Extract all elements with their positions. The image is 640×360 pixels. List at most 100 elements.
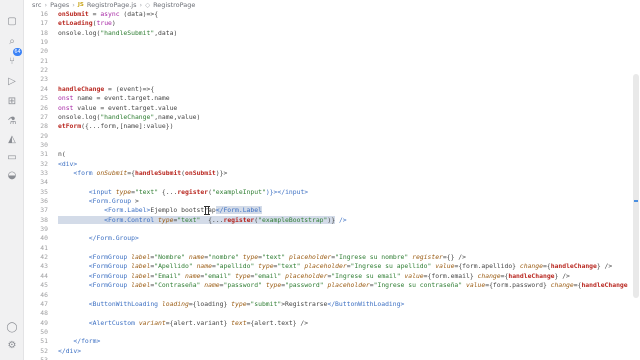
breadcrumb-item[interactable]: src bbox=[32, 1, 42, 9]
code-line[interactable]: 34 bbox=[24, 178, 630, 187]
code-token: placeholder bbox=[288, 253, 332, 262]
code-line[interactable]: 20 bbox=[24, 47, 630, 56]
code-token: = bbox=[88, 10, 101, 18]
code-line[interactable]: 42 <FormGroup label="Nombre" name="nombr… bbox=[24, 253, 630, 262]
breadcrumb-item[interactable]: RegistroPage.js bbox=[87, 1, 137, 9]
scrollbar-thumb[interactable] bbox=[633, 74, 639, 298]
code-line[interactable]: 17 etLoading(true) bbox=[24, 19, 630, 28]
code-line[interactable]: 28 etForm({...form,[name]:value}) bbox=[24, 122, 630, 131]
code-token: value bbox=[435, 262, 455, 271]
code-token: change bbox=[519, 262, 543, 271]
code-text: onsole.log("handleSubmit",data) bbox=[58, 29, 177, 38]
line-number: 30 bbox=[40, 140, 48, 149]
code-line[interactable]: 40 </Form.Group> bbox=[24, 234, 630, 243]
code-line[interactable]: 32 <div> bbox=[24, 160, 630, 169]
code-line[interactable]: 43 <FormGroup label="Apellido" name="ape… bbox=[24, 262, 630, 271]
code-line[interactable]: 21 bbox=[24, 57, 630, 66]
source-control-icon[interactable]: ⑂ bbox=[5, 56, 19, 68]
code-token: </div> bbox=[58, 346, 82, 355]
code-token: value = event.target.value bbox=[73, 103, 178, 112]
code-line[interactable]: 36 <Form.Group > bbox=[24, 197, 630, 206]
line-number: 16 bbox=[40, 10, 48, 18]
settings-icon[interactable]: ⚙ bbox=[5, 340, 19, 352]
code-line[interactable]: 23 bbox=[24, 75, 630, 84]
code-text: <Form.Control type="text" {...register("… bbox=[58, 215, 347, 225]
run-debug-icon[interactable]: ▷ bbox=[5, 76, 19, 88]
code-line[interactable]: 35 <input type="text" {...register("exam… bbox=[24, 188, 630, 197]
search-icon[interactable]: ⌕ bbox=[5, 36, 19, 48]
breadcrumb-symbol[interactable]: RegistroPage bbox=[153, 1, 195, 9]
line-number: 47 bbox=[40, 299, 48, 308]
code-line[interactable]: 49 <AlertCustom variant={alert.variant} … bbox=[24, 319, 630, 328]
code-token: "apellido" bbox=[215, 262, 255, 271]
code-line[interactable]: 19 bbox=[24, 38, 630, 47]
code-token: ={form.email} bbox=[423, 271, 478, 280]
code-token: onsole.log( bbox=[58, 28, 101, 37]
code-line[interactable]: 30 bbox=[24, 141, 630, 150]
code-line[interactable]: 44 <FormGroup label="Email" name="email"… bbox=[24, 272, 630, 281]
code-line[interactable]: 52 </div> bbox=[24, 347, 630, 356]
code-token: variant bbox=[138, 318, 166, 327]
line-number: 26 bbox=[40, 103, 48, 112]
code-text: <Form.Label>Ejemplo bootstrap</Form.Labe… bbox=[58, 206, 262, 215]
code-line[interactable]: 45 <FormGroup label="Contraseña" name="p… bbox=[24, 281, 630, 290]
code-token: "handleChange" bbox=[100, 112, 155, 121]
code-token: "text" bbox=[277, 262, 301, 271]
code-token: = (event)=>{ bbox=[104, 84, 155, 93]
code-token: </Form.Label bbox=[215, 206, 262, 215]
line-number: 27 bbox=[40, 112, 48, 121]
code-text: <FormGroup label="Apellido" name="apelli… bbox=[58, 262, 612, 271]
line-number: 50 bbox=[40, 327, 48, 336]
line-number: 28 bbox=[40, 122, 48, 131]
code-line[interactable]: 29 bbox=[24, 132, 630, 141]
code-token: } /> bbox=[596, 262, 613, 271]
code-line[interactable]: 37 <Form.Label>Ejemplo bootstrap</Form.L… bbox=[24, 206, 630, 215]
code-text: <FormGroup label="Email" name="email" ty… bbox=[58, 272, 570, 281]
code-token: ={form.password} bbox=[485, 281, 551, 290]
code-token: )} bbox=[327, 215, 336, 224]
account-icon[interactable]: ◯ bbox=[5, 322, 19, 334]
code-token: ={} /> bbox=[442, 253, 466, 262]
code-line[interactable]: 22 bbox=[24, 66, 630, 75]
code-line[interactable]: 27 onsole.log("handleChange",name,value) bbox=[24, 113, 630, 122]
code-token: change bbox=[477, 271, 501, 280]
code-line[interactable]: 26 onst value = event.target.value bbox=[24, 104, 630, 113]
docker-icon[interactable]: ◒ bbox=[5, 170, 19, 182]
azure-icon[interactable]: ◭ bbox=[5, 134, 19, 146]
code-token: loading bbox=[161, 299, 189, 308]
code-token: type bbox=[158, 215, 174, 224]
code-line[interactable]: 31 n( bbox=[24, 150, 630, 159]
line-number: 48 bbox=[40, 309, 48, 318]
code-text: <ButtonWithLoading loading={loading} typ… bbox=[58, 299, 405, 309]
code-line[interactable]: 39 bbox=[24, 225, 630, 234]
code-editor[interactable]: 16 onSubmit = async (data)=>{17 etLoading(… bbox=[24, 10, 640, 360]
code-line[interactable]: 18 onsole.log("handleSubmit",data) bbox=[24, 29, 630, 38]
editor-scrollbar[interactable] bbox=[631, 10, 640, 360]
code-line[interactable]: 50 bbox=[24, 328, 630, 337]
code-line[interactable]: 41 bbox=[24, 244, 630, 253]
line-number: 49 bbox=[40, 318, 48, 327]
code-line[interactable]: 33 <form onSubmit={handleSubmit(onSubmit… bbox=[24, 169, 630, 178]
code-line[interactable]: 38 <Form.Control type="text" {...registe… bbox=[24, 215, 630, 225]
code-line[interactable]: 48 bbox=[24, 309, 630, 318]
code-line[interactable]: 24 handleChange = (event)=>{ bbox=[24, 85, 630, 94]
breadcrumb-item[interactable]: Pages bbox=[50, 1, 69, 9]
code-line[interactable]: 53 bbox=[24, 356, 630, 360]
testing-icon[interactable]: ⚗ bbox=[5, 116, 19, 128]
code-token: name bbox=[188, 253, 205, 262]
line-number: 33 bbox=[40, 168, 48, 177]
code-line[interactable]: 47 <ButtonWithLoading loading={loading} … bbox=[24, 300, 630, 309]
code-line[interactable]: 25 onst name = event.target.name bbox=[24, 94, 630, 103]
code-token: "Contraseña" bbox=[154, 281, 201, 290]
extensions-icon[interactable]: ⊞ bbox=[5, 96, 19, 108]
code-line[interactable]: 16 onSubmit = async (data)=>{ bbox=[24, 10, 630, 19]
code-line[interactable]: 46 bbox=[24, 291, 630, 300]
code-line[interactable]: 51 </form> bbox=[24, 337, 630, 346]
code-token: "nombre" bbox=[208, 253, 239, 262]
line-number: 43 bbox=[40, 262, 48, 271]
remote-explorer-icon[interactable]: ▭ bbox=[5, 152, 19, 164]
explorer-icon[interactable]: ▢ bbox=[5, 16, 19, 28]
source-control-badge: 64 bbox=[13, 48, 22, 56]
code-token: handleChange bbox=[58, 84, 105, 93]
code-token: } /> bbox=[554, 271, 570, 280]
